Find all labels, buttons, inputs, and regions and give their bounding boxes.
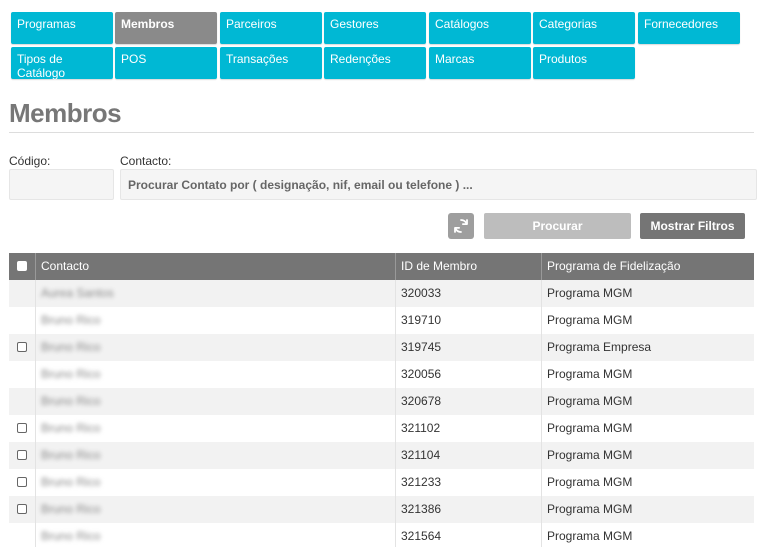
table-row[interactable]: Bruno Rico 319710 Programa MGM [9, 307, 754, 334]
contact-name: Bruno Rico [41, 529, 101, 543]
contact-cell[interactable]: Bruno Rico [35, 307, 395, 334]
contact-cell[interactable]: Bruno Rico [35, 496, 395, 523]
contact-name: Aurea Santos [41, 286, 114, 300]
row-select-cell [9, 523, 35, 547]
row-select-cell [9, 469, 35, 496]
contact-name: Bruno Rico [41, 421, 101, 435]
contact-name: Bruno Rico [41, 340, 101, 354]
program-cell: Programa MGM [541, 415, 754, 442]
search-button[interactable]: Procurar [484, 213, 631, 239]
table-body: Aurea Santos 320033 Programa MGM Bruno Rico… [9, 280, 754, 547]
table-row[interactable]: Bruno Rico 321102 Programa MGM [9, 415, 754, 442]
contact-name: Bruno Rico [41, 367, 101, 381]
table-row[interactable]: Bruno Rico 321233 Programa MGM [9, 469, 754, 496]
nav-marcas[interactable]: Marcas [429, 47, 531, 79]
row-select-cell [9, 388, 35, 415]
member-id-cell: 320678 [395, 388, 541, 415]
row-select-cell [9, 307, 35, 334]
refresh-button[interactable] [448, 213, 474, 239]
program-cell: Programa MGM [541, 496, 754, 523]
header-contact[interactable]: Contacto [35, 253, 395, 280]
member-id-cell: 321386 [395, 496, 541, 523]
contact-cell[interactable]: Aurea Santos [35, 280, 395, 307]
contact-cell[interactable]: Bruno Rico [35, 415, 395, 442]
member-id-cell: 319710 [395, 307, 541, 334]
program-cell: Programa MGM [541, 307, 754, 334]
program-cell: Programa MGM [541, 361, 754, 388]
contact-cell[interactable]: Bruno Rico [35, 388, 395, 415]
contact-cell[interactable]: Bruno Rico [35, 361, 395, 388]
nav-catalogos[interactable]: Catálogos [429, 12, 531, 44]
table-row[interactable]: Bruno Rico 320056 Programa MGM [9, 361, 754, 388]
row-checkbox[interactable] [17, 504, 27, 514]
members-table: Contacto ID de Membro Programa de Fideli… [9, 253, 754, 547]
row-select-cell [9, 280, 35, 307]
row-checkbox[interactable] [17, 423, 27, 433]
nav-categorias[interactable]: Categorias [533, 12, 635, 44]
row-select-cell [9, 361, 35, 388]
code-input[interactable] [9, 169, 114, 200]
table-row[interactable]: Bruno Rico 321104 Programa MGM [9, 442, 754, 469]
contact-name: Bruno Rico [41, 448, 101, 462]
select-all-cell [9, 253, 35, 280]
table-row[interactable]: Bruno Rico 321386 Programa MGM [9, 496, 754, 523]
contact-label: Contacto: [120, 154, 172, 168]
nav-produtos[interactable]: Produtos [533, 47, 635, 79]
member-id-cell: 321564 [395, 523, 541, 547]
member-id-cell: 321233 [395, 469, 541, 496]
row-checkbox[interactable] [17, 450, 27, 460]
contact-cell[interactable]: Bruno Rico [35, 469, 395, 496]
row-select-cell [9, 334, 35, 361]
header-member-id[interactable]: ID de Membro [395, 253, 541, 280]
table-row[interactable]: Bruno Rico 319745 Programa Empresa [9, 334, 754, 361]
table-header: Contacto ID de Membro Programa de Fideli… [9, 253, 754, 280]
contact-name: Bruno Rico [41, 394, 101, 408]
member-id-cell: 321102 [395, 415, 541, 442]
refresh-icon [454, 219, 468, 233]
contact-name: Bruno Rico [41, 475, 101, 489]
row-select-cell [9, 415, 35, 442]
contact-name: Bruno Rico [41, 313, 101, 327]
member-id-cell: 320033 [395, 280, 541, 307]
program-cell: Programa MGM [541, 469, 754, 496]
program-cell: Programa MGM [541, 388, 754, 415]
row-checkbox[interactable] [17, 477, 27, 487]
member-id-cell: 321104 [395, 442, 541, 469]
row-checkbox[interactable] [17, 342, 27, 352]
nav-gestores[interactable]: Gestores [324, 12, 426, 44]
show-filters-button[interactable]: Mostrar Filtros [640, 213, 745, 239]
contact-cell[interactable]: Bruno Rico [35, 442, 395, 469]
row-select-cell [9, 442, 35, 469]
page-title: Membros [9, 98, 122, 128]
table-row[interactable]: Aurea Santos 320033 Programa MGM [9, 280, 754, 307]
contact-name: Bruno Rico [41, 502, 101, 516]
contact-cell[interactable]: Bruno Rico [35, 523, 395, 547]
nav-membros[interactable]: Membros [115, 12, 217, 44]
member-id-cell: 319745 [395, 334, 541, 361]
table-row[interactable]: Bruno Rico 320678 Programa MGM [9, 388, 754, 415]
program-cell: Programa MGM [541, 442, 754, 469]
nav-tipos-catalogo[interactable]: Tipos de Catálogo [11, 47, 113, 80]
program-cell: Programa Empresa [541, 334, 754, 361]
nav-fornecedores[interactable]: Fornecedores [638, 12, 740, 44]
table-row[interactable]: Bruno Rico 321564 Programa MGM [9, 523, 754, 547]
contact-search-input[interactable] [120, 169, 757, 200]
select-all-checkbox[interactable] [17, 261, 27, 271]
title-divider [9, 132, 754, 133]
contact-cell[interactable]: Bruno Rico [35, 334, 395, 361]
nav-parceiros[interactable]: Parceiros [220, 12, 322, 44]
nav-redencoes[interactable]: Redenções [324, 47, 426, 79]
code-label: Código: [9, 154, 51, 168]
member-id-cell: 320056 [395, 361, 541, 388]
program-cell: Programa MGM [541, 523, 754, 547]
nav-pos[interactable]: POS [115, 47, 217, 79]
nav-programas[interactable]: Programas [11, 12, 113, 44]
header-program[interactable]: Programa de Fidelização [541, 253, 754, 280]
row-select-cell [9, 496, 35, 523]
nav-transacoes[interactable]: Transações [220, 47, 322, 79]
program-cell: Programa MGM [541, 280, 754, 307]
